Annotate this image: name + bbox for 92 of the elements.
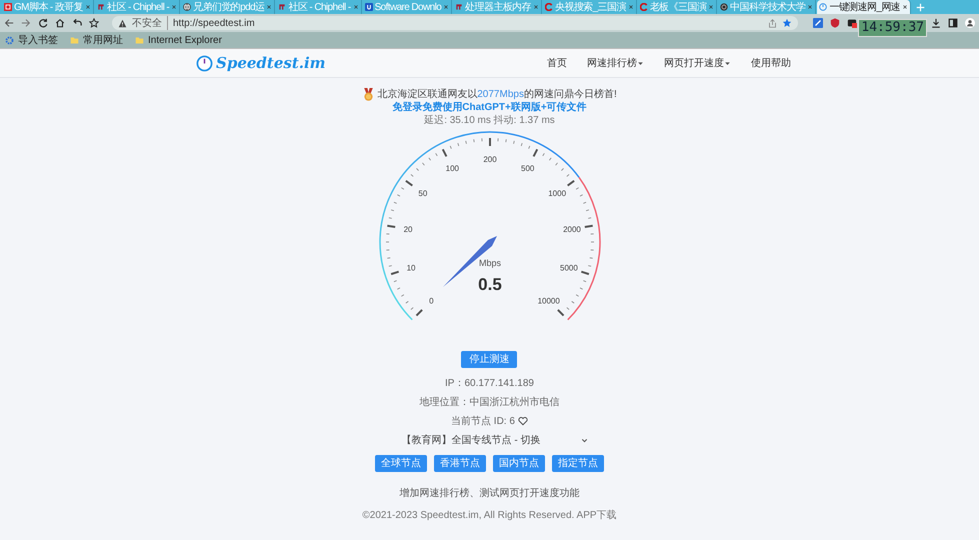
tab-title: 社区 - Chiphell - <box>288 0 351 14</box>
gauge-label: 5000 <box>560 264 578 273</box>
download-icon[interactable] <box>931 18 941 28</box>
close-icon[interactable] <box>807 4 814 10</box>
share-icon[interactable] <box>768 18 777 28</box>
extension-icon[interactable] <box>847 18 857 28</box>
heart-icon[interactable] <box>518 416 528 426</box>
tab-favicon-icon <box>364 3 373 11</box>
tab-favicon-icon <box>4 3 12 11</box>
close-icon[interactable] <box>628 4 634 10</box>
forward-icon[interactable] <box>21 18 31 28</box>
node-button[interactable]: 指定节点 <box>552 455 604 472</box>
address-bar[interactable]: 不安全 http://speedtest.im <box>112 16 798 30</box>
clock-widget: 14:59:37 <box>858 19 927 37</box>
tab-favicon-icon <box>183 3 192 11</box>
tab-favicon-icon <box>455 3 464 11</box>
url-text: http://speedtest.im <box>173 18 255 28</box>
nav-link[interactable]: 网速排行榜 <box>587 56 644 70</box>
info-text: 地理位置：中国浙江杭州市电信 <box>419 396 560 408</box>
site-logo-text[interactable]: Speedtest.im <box>216 54 326 72</box>
security-label: 不安全 <box>132 16 168 30</box>
node-button[interactable]: 全球节点 <box>374 455 427 472</box>
shield-icon[interactable] <box>830 18 840 28</box>
ranking-message: 北京海淀区联通网友以2077Mbps的网速问鼎今日榜首! <box>377 88 617 100</box>
gauge-label: 1000 <box>548 189 566 198</box>
tab-title: GM脚本 - 政哥复 <box>14 0 83 14</box>
tab-title: 央视搜索_三国演 <box>554 0 626 14</box>
sidebar-icon[interactable] <box>948 18 958 28</box>
tab-title: 处理器主板内存 <box>465 0 531 14</box>
bookmark-star-icon[interactable] <box>89 18 99 28</box>
bookmark-item[interactable]: 导入书签 <box>5 33 58 47</box>
plus-icon <box>916 3 925 12</box>
speed-reading: 0.5 <box>478 275 502 294</box>
extension-icon[interactable] <box>813 18 823 28</box>
gauge-label: 0 <box>428 296 434 306</box>
tab-favicon-icon <box>278 3 286 11</box>
tab-title: 社区 - Chiphell - <box>107 0 170 14</box>
node-select[interactable]: 【教育网】全国专线节点 - 切换 <box>402 430 590 450</box>
unit-label: Mbps <box>478 258 500 268</box>
tab-title: 一键测速网_网速 <box>829 0 900 14</box>
update-notice: 增加网速排行榜、测试网页打开速度功能 <box>399 486 580 500</box>
bookmark-item[interactable]: Internet Explorer <box>135 34 222 46</box>
close-icon[interactable] <box>266 4 272 10</box>
gear-icon <box>5 36 14 44</box>
nav-link[interactable]: 网页打开速度 <box>664 56 731 70</box>
tab-title: Software Downlo <box>374 2 442 12</box>
gauge-label: 50 <box>418 189 427 198</box>
gauge-label: 2000 <box>562 225 580 234</box>
close-icon[interactable] <box>902 4 908 10</box>
node-button[interactable]: 香港节点 <box>434 455 486 472</box>
home-icon[interactable] <box>55 18 65 28</box>
gauge-label: 10000 <box>537 296 560 306</box>
close-icon[interactable] <box>352 4 359 10</box>
gauge-label: 500 <box>520 164 534 174</box>
copyright-text: ©2021-2023 Speedtest.im, All Rights Reserved. APP下载 <box>362 508 617 522</box>
info-text: 当前节点 ID: 6 <box>451 414 515 428</box>
latency-text: 延迟: 35.10 ms 抖动: 1.37 ms <box>424 115 555 127</box>
stop-test-button[interactable]: 停止测速 <box>461 351 518 368</box>
close-icon[interactable] <box>532 4 539 10</box>
warning-icon <box>118 18 127 28</box>
gauge-label: 20 <box>403 225 412 234</box>
profile-icon[interactable] <box>965 18 975 28</box>
browser-tab[interactable]: 一键测速网_网速 <box>817 0 912 14</box>
gauge-label: 200 <box>482 155 496 164</box>
nav-link[interactable]: 首页 <box>547 56 567 70</box>
node-button[interactable]: 国内节点 <box>492 455 545 472</box>
folder-icon <box>70 36 79 44</box>
medal-icon <box>362 88 376 101</box>
close-icon[interactable] <box>708 4 714 10</box>
tab-favicon-icon <box>97 3 105 11</box>
reload-icon[interactable] <box>38 18 48 28</box>
logo-icon <box>196 54 213 72</box>
nav-link[interactable]: 使用帮助 <box>751 56 791 70</box>
back-icon[interactable] <box>4 18 14 28</box>
chatgpt-link[interactable]: 免登录免费使用ChatGPT+联网版+可传文件 <box>392 102 587 114</box>
close-icon[interactable] <box>171 4 178 10</box>
close-icon[interactable] <box>85 4 91 10</box>
tab-favicon-icon <box>544 3 553 11</box>
tab-title: 老板《三国演 <box>650 0 706 14</box>
tab-favicon-icon <box>640 3 648 11</box>
tab-favicon-icon <box>720 3 728 11</box>
bookmark-star-icon[interactable] <box>782 18 792 28</box>
info-text: IP：60.177.141.189 <box>445 376 534 390</box>
tab-title: 兄弟们觉的pdd运 <box>193 0 264 14</box>
folder-icon <box>135 36 144 44</box>
gauge-label: 100 <box>445 164 458 174</box>
gauge-label: 10 <box>406 264 416 273</box>
undo-icon[interactable] <box>72 18 82 28</box>
tab-favicon-icon <box>819 3 828 11</box>
tab-title: 中国科学技术大学 <box>730 0 806 14</box>
bookmark-item[interactable]: 常用网址 <box>70 33 123 47</box>
close-icon[interactable] <box>443 4 450 10</box>
